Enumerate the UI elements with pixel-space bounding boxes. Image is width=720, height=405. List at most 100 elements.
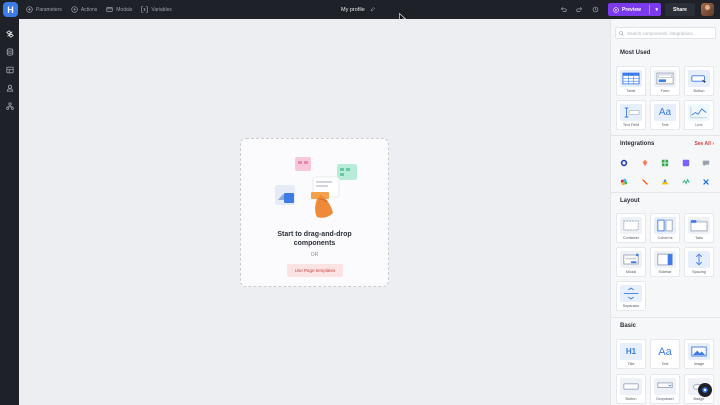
components-icon [5, 30, 14, 38]
sidebar-item-users[interactable] [0, 79, 19, 97]
component-table[interactable]: Table [616, 66, 646, 96]
undo-icon [560, 7, 567, 12]
tabs-icon [688, 217, 710, 234]
nav-parameters[interactable]: Parameters [26, 6, 62, 13]
drag-drop-illustration-icon [275, 157, 357, 218]
form-icon [654, 70, 676, 87]
chat-icon [702, 387, 708, 393]
integration-item[interactable] [616, 155, 632, 171]
canvas[interactable]: Start to drag-and-drop components OR Use… [19, 19, 610, 405]
see-all-link[interactable]: See All › [694, 141, 714, 147]
share-button[interactable]: Share [665, 3, 695, 16]
integration-item[interactable] [678, 174, 694, 190]
tile-label-button: Button [693, 89, 705, 93]
preview-label: Preview [622, 6, 641, 13]
separator-icon [620, 285, 642, 302]
integration-item[interactable] [616, 174, 632, 190]
dropdown-icon [654, 378, 676, 395]
columns-icon [654, 217, 676, 234]
component-form[interactable]: Form [650, 66, 680, 96]
component-modal[interactable]: Modal [616, 247, 646, 277]
text-icon: Aa [654, 104, 676, 121]
integration-logo-icon [642, 159, 648, 167]
top-actions: Preview ▾ Share [556, 0, 720, 19]
text-field-icon [620, 104, 642, 121]
section-divider [611, 317, 720, 318]
play-icon [613, 6, 619, 13]
nav-actions[interactable]: Actions [71, 6, 97, 13]
avatar[interactable] [701, 3, 714, 16]
integration-item[interactable] [698, 174, 714, 190]
tile-label-separator: Separator [622, 304, 640, 308]
tile-label-text-field: Text Field [622, 123, 640, 127]
text-icon: Aa [654, 343, 676, 360]
integration-item[interactable] [637, 155, 653, 171]
integration-logo-icon [682, 178, 690, 185]
component-sidebar[interactable]: Sidebar [650, 247, 680, 277]
use-page-templates-button[interactable]: Use Page templates [287, 264, 343, 277]
component-text[interactable]: Aa Text [650, 100, 680, 130]
modal-icon [620, 251, 642, 268]
nav-variables[interactable]: Variables [141, 6, 172, 13]
tile-label-form: Form [660, 89, 670, 93]
sidebar-item-hierarchy[interactable] [0, 97, 19, 115]
component-dropdown[interactable]: Dropdown [650, 374, 680, 404]
see-all-label: See All [694, 141, 711, 147]
nav-modals-label: Modals [116, 6, 133, 13]
container-icon [620, 217, 642, 234]
component-line[interactable]: Line [684, 100, 714, 130]
sidebar-item-layers[interactable] [0, 61, 19, 79]
tile-label-modal: Modal [625, 270, 637, 274]
component-text-field[interactable]: Text Field [616, 100, 646, 130]
or-label: OR [310, 252, 319, 258]
component-tabs[interactable]: Tabs [684, 213, 714, 243]
tile-label-image: Image [693, 362, 705, 366]
component-image[interactable]: Image [684, 339, 714, 369]
integration-item[interactable] [698, 155, 714, 171]
component-button[interactable]: Button [684, 66, 714, 96]
tile-label-dropdown: Dropdown [656, 397, 674, 401]
integration-logo-icon [642, 179, 648, 185]
component-separator[interactable]: Separator [616, 281, 646, 311]
sidebar-icon [654, 251, 676, 268]
component-text-basic[interactable]: Aa Text [650, 339, 680, 369]
help-chat-button[interactable] [698, 383, 712, 397]
hierarchy-icon [5, 102, 14, 110]
preview-button[interactable]: Preview ▾ [608, 3, 661, 16]
redo-icon [575, 7, 582, 12]
parameters-icon [26, 6, 33, 13]
sidebar-item-database[interactable] [0, 43, 19, 61]
tile-label-table: Table [626, 89, 636, 93]
nav-modals[interactable]: Modals [106, 6, 132, 13]
component-columns[interactable]: Columns [650, 213, 680, 243]
redo-button[interactable] [572, 3, 586, 17]
drop-zone[interactable]: Start to drag-and-drop components OR Use… [240, 138, 389, 287]
search-box[interactable] [615, 27, 716, 39]
line-chart-icon [688, 104, 710, 121]
integration-logo-icon [702, 160, 710, 167]
page-title[interactable]: My profile [341, 0, 375, 19]
component-spacing[interactable]: Spacing [684, 247, 714, 277]
layout-title: Layout [620, 198, 640, 204]
edit-pencil-icon[interactable] [370, 7, 375, 12]
integrations-title: Integrations [620, 141, 655, 147]
component-button-basic[interactable]: Button [616, 374, 646, 404]
component-title[interactable]: H1 Title [616, 339, 646, 369]
search-input[interactable] [627, 30, 712, 36]
section-divider [611, 192, 720, 193]
integration-item[interactable] [678, 155, 694, 171]
sidebar-item-components[interactable] [0, 25, 19, 43]
chevron-down-icon[interactable]: ▾ [655, 7, 658, 13]
modals-icon [106, 7, 113, 12]
history-button[interactable] [588, 3, 602, 17]
component-container[interactable]: Container [616, 213, 646, 243]
integration-item[interactable] [637, 174, 653, 190]
variables-icon [141, 6, 149, 13]
tile-label-badge: Badge [693, 397, 705, 401]
undo-button[interactable] [556, 3, 570, 17]
integration-item[interactable] [657, 174, 673, 190]
preview-divider [649, 5, 650, 14]
integration-item[interactable] [657, 155, 673, 171]
app-logo[interactable]: H [3, 2, 18, 17]
section-divider [611, 135, 720, 136]
